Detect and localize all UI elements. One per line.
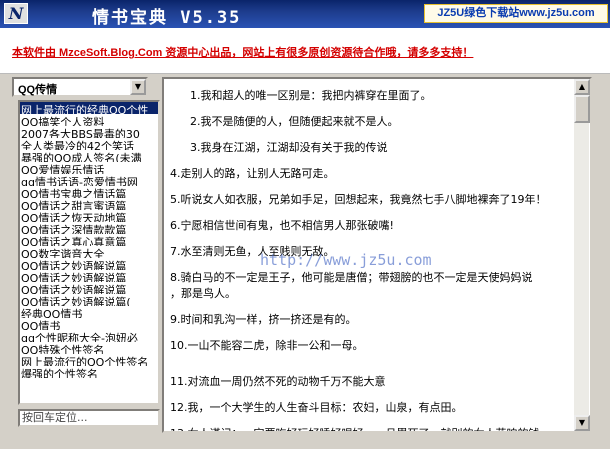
list-item[interactable]: 全人类最冷的42个笑话 — [20, 138, 158, 150]
list-item[interactable]: qq情书话语-恋爱情书网 — [20, 174, 158, 186]
list-item[interactable]: QQ情话之妙语解说篇 — [20, 270, 158, 282]
list-item[interactable]: QQ情书 — [20, 318, 158, 330]
left-panel: QQ传情 ▼ 网上最流行的经典QQ个性 QQ搞笑个人资料 2007各大BBS最毒的3… — [12, 77, 160, 435]
list-item[interactable]: QQ情书宝典之情话篇 — [20, 186, 158, 198]
list-item[interactable]: 暴强的QQ成人签名(未满 — [20, 150, 158, 162]
content-line: 10.一山不能容二虎，除非一公和一母。 — [170, 339, 364, 352]
content-line: 2.我不是随便的人，但随便起来就不是人。 — [190, 115, 399, 128]
scroll-up-icon[interactable]: ▲ — [574, 79, 590, 95]
category-select-value: QQ传情 — [18, 84, 58, 96]
site-badge[interactable]: JZ5U绿色下载站www.jz5u.com — [424, 4, 608, 23]
list-item[interactable]: QQ情话之妙语解说篇 — [20, 258, 158, 270]
scroll-down-icon[interactable]: ▼ — [574, 415, 590, 431]
window-title: 情书宝典 V5.35 — [92, 8, 242, 28]
watermark: http://www.jz5u.com — [260, 251, 432, 269]
content-line: 12.我，一个大学生的人生奋斗目标：农妇，山泉，有点田。 — [170, 401, 463, 414]
title-list[interactable]: 网上最流行的经典QQ个性 QQ搞笑个人资料 2007各大BBS最毒的30 全人类最冷的… — [18, 100, 160, 405]
content-line: 11.对流血一周仍然不死的动物千万不能大意 — [170, 375, 386, 388]
list-item[interactable]: QQ数字谐音大全 — [20, 246, 158, 258]
content-line: 5.听说女人如衣服，兄弟如手足，回想起来，我竟然七手八脚地裸奔了19年！ — [170, 193, 547, 206]
content-line: 1.我和超人的唯一区别是：我把内裤穿在里面了。 — [190, 89, 432, 102]
list-item[interactable]: qq个性昵称大全-泡妞必 — [20, 330, 158, 342]
content-scrollbar[interactable]: ▲ ▼ — [573, 79, 590, 431]
list-item[interactable]: QQ情话之深情款款篇 — [20, 222, 158, 234]
chevron-down-icon[interactable]: ▼ — [130, 79, 146, 95]
content-line: ，那是鸟人。 — [170, 287, 236, 300]
list-item[interactable]: 2007各大BBS最毒的30 — [20, 126, 158, 138]
list-item[interactable]: QQ情话之真心真意篇 — [20, 234, 158, 246]
list-item[interactable]: QQ搞笑个人资料 — [20, 114, 158, 126]
content-line: 8.骑白马的不一定是王子，他可能是唐僧；带翅膀的也不一定是天使妈妈说 — [170, 271, 533, 284]
list-item[interactable]: QQ爱情娱乐情话 — [20, 162, 158, 174]
app-logo-icon: N — [4, 3, 28, 24]
content-panel[interactable]: 1.我和超人的唯一区别是：我把内裤穿在里面了。 2.我不是随便的人，但随便起来就不… — [162, 77, 592, 433]
content-line: 3.我身在江湖，江湖却没有关于我的传说 — [190, 141, 388, 154]
content-line: 4.走别人的路，让别人无路可走。 — [170, 167, 335, 180]
content-line: 9.时间和乳沟一样，挤一挤还是有的。 — [170, 313, 357, 326]
category-select[interactable]: QQ传情 ▼ — [12, 77, 148, 97]
list-item[interactable]: 爆强的个性签名 — [20, 366, 158, 378]
content-line: 6.宁愿相信世间有鬼，也不相信男人那张破嘴! — [170, 219, 394, 232]
title-bar: N 情书宝典 V5.35 JZ5U绿色下载站www.jz5u.com — [0, 0, 610, 28]
scroll-thumb[interactable] — [574, 95, 590, 123]
list-item[interactable]: QQ情话之妙语解说篇 — [20, 282, 158, 294]
list-item[interactable]: QQ情话之恢天动地篇 — [20, 210, 158, 222]
banner: 本软件由 MzceSoft.Blog.Com 资源中心出品，网站上有很多原创资源… — [0, 28, 610, 74]
locate-input[interactable]: 按回车定位... — [18, 409, 160, 427]
banner-link[interactable]: 本软件由 MzceSoft.Blog.Com 资源中心出品，网站上有很多原创资源… — [12, 44, 473, 60]
list-item[interactable]: 网上最流行的经典QQ个性 — [20, 102, 158, 114]
list-item[interactable]: 网上最流行的QQ个性签名 — [20, 354, 158, 366]
list-item[interactable]: QQ情话之甜言蜜语篇 — [20, 198, 158, 210]
list-item[interactable]: QQ特殊个性签名 — [20, 342, 158, 354]
content-line: 13.女人谨记：一定要吃好玩好睡好喝好。一旦累死了，就别的女人花咱的钱 — [170, 425, 570, 431]
list-item[interactable]: QQ情话之妙语解说篇( — [20, 294, 158, 306]
list-item[interactable]: 经典QQ情书 — [20, 306, 158, 318]
